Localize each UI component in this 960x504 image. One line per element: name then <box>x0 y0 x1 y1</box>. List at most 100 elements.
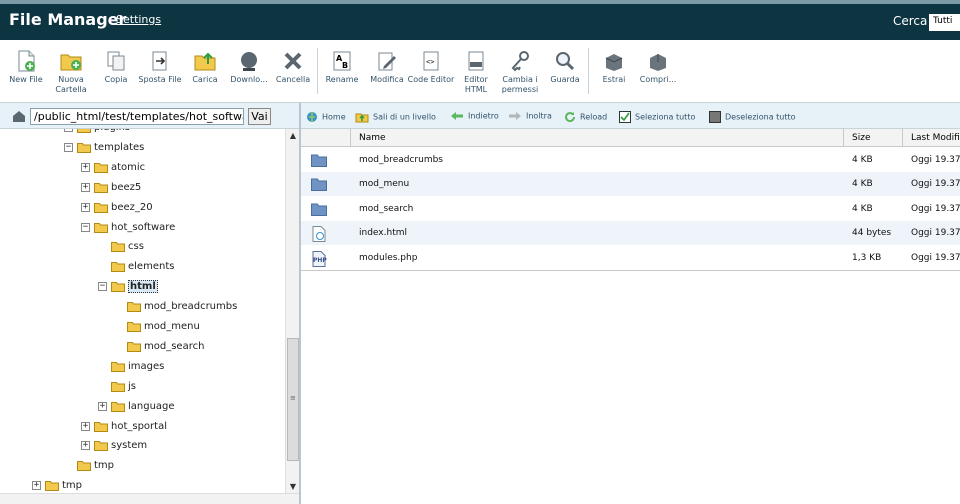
nav-home-button[interactable]: Home <box>306 111 346 123</box>
permissions-button[interactable]: Cambia i permessi <box>496 50 544 95</box>
svg-text:<>: <> <box>426 58 434 66</box>
go-button[interactable]: Vai <box>248 108 271 125</box>
tree-item[interactable]: + beez_20 <box>81 202 153 218</box>
tree-item[interactable]: mod_search <box>114 341 204 357</box>
column-size-header[interactable]: Size <box>852 133 870 143</box>
nav-reload-button[interactable]: Reload <box>564 111 607 123</box>
collapse-icon[interactable]: − <box>98 282 107 292</box>
expand-icon[interactable]: + <box>81 441 90 451</box>
rename-button[interactable]: AB Rename <box>318 50 366 85</box>
settings-link[interactable]: Settings <box>116 13 161 26</box>
move-button[interactable]: Sposta File <box>136 50 184 85</box>
tree-item-label: images <box>128 360 165 372</box>
nav-up-button[interactable]: Sali di un livello <box>355 111 436 123</box>
new-file-button[interactable]: New File <box>2 50 50 85</box>
scroll-down-arrow-icon[interactable]: ▼ <box>286 480 300 493</box>
tree-scrollbar[interactable]: ▲ ≡ ▼ <box>285 129 299 493</box>
folder-icon <box>111 242 125 253</box>
tree-item[interactable]: js <box>98 381 136 397</box>
folder-icon <box>311 154 327 167</box>
scroll-thumb[interactable]: ≡ <box>287 338 299 461</box>
copy-label: Copia <box>104 75 128 84</box>
collapse-icon[interactable]: − <box>81 222 90 232</box>
html-editor-button[interactable]: Editor HTML <box>452 50 500 95</box>
compress-button[interactable]: Compri... <box>634 50 682 85</box>
scroll-up-arrow-icon[interactable]: ▲ <box>286 129 300 142</box>
download-button[interactable]: Downlo... <box>225 50 273 85</box>
file-row[interactable]: mod_menu 4 KB Oggi 19.37 <box>301 172 960 197</box>
edit-icon <box>378 52 396 71</box>
expand-icon[interactable]: + <box>81 182 90 192</box>
edit-button[interactable]: Modifica <box>363 50 411 85</box>
delete-icon <box>284 52 302 70</box>
tree-item[interactable]: + language <box>98 401 175 417</box>
folder-icon <box>127 322 141 332</box>
forward-arrow-icon <box>509 112 521 120</box>
extract-button[interactable]: Estrai <box>590 50 638 85</box>
expand-icon[interactable]: + <box>81 421 90 431</box>
tree-item[interactable]: + atomic <box>81 162 145 178</box>
new-folder-button[interactable]: Nuova Cartella <box>47 50 95 95</box>
file-row[interactable]: index.html 44 bytes Oggi 19.37 <box>301 221 960 246</box>
column-name-header[interactable]: Name <box>359 133 386 143</box>
tree-item-label: system <box>111 440 148 452</box>
tree-item-label: js <box>128 380 136 392</box>
tree-item[interactable]: + plugins <box>64 129 130 138</box>
folder-open-icon <box>77 142 91 153</box>
expand-icon[interactable]: + <box>32 481 41 491</box>
compress-label: Compri... <box>639 75 677 84</box>
column-divider <box>350 129 351 147</box>
tree-item[interactable]: + beez5 <box>81 182 141 198</box>
tree-item[interactable]: mod_breadcrumbs <box>114 301 237 317</box>
extract-label: Estrai <box>602 75 626 84</box>
nav-deselect-all-button[interactable]: Deseleziona tutto <box>709 111 796 123</box>
tree-item[interactable]: + hot_sportal <box>81 421 167 437</box>
collapse-icon[interactable]: − <box>64 142 73 152</box>
new-folder-label: Nuova Cartella <box>55 75 87 94</box>
tree-item[interactable]: tmp <box>64 460 114 476</box>
file-row[interactable]: mod_search 4 KB Oggi 19.37 <box>301 197 960 221</box>
svg-text:PHP: PHP <box>313 257 327 264</box>
expand-icon[interactable]: + <box>64 129 73 132</box>
rename-label: Rename <box>325 75 359 84</box>
download-icon <box>241 52 257 71</box>
tree-item[interactable]: images <box>98 361 164 377</box>
tree-item[interactable]: + system <box>81 440 147 456</box>
nav-select-all-button[interactable]: Seleziona tutto <box>619 111 695 123</box>
column-modified-header[interactable]: Last Modifi <box>911 133 960 143</box>
tree-item[interactable]: − templates <box>64 142 144 158</box>
file-row[interactable]: mod_breadcrumbs 4 KB Oggi 19.37 <box>301 148 960 172</box>
new-file-icon <box>18 50 35 72</box>
tree-item-label: templates <box>94 141 145 153</box>
code-editor-button[interactable]: <> Code Editor <box>407 50 455 85</box>
view-button[interactable]: Guarda <box>541 50 589 85</box>
copy-button[interactable]: Copia <box>92 50 140 85</box>
tree-item-label: atomic <box>111 161 146 173</box>
view-label: Guarda <box>550 75 580 84</box>
tree-item-label: plugins <box>94 129 130 133</box>
upload-button[interactable]: Carica <box>181 50 229 85</box>
nav-back-button[interactable]: Indietro <box>450 111 499 121</box>
expand-icon[interactable]: + <box>81 202 90 212</box>
expand-icon[interactable]: + <box>98 401 107 411</box>
nav-forward-button[interactable]: Inoltra <box>508 111 552 121</box>
permissions-icon <box>511 51 529 72</box>
tree-item-label: hot_software <box>111 221 176 233</box>
path-input[interactable]: /public_html/test/templates/hot_software… <box>30 108 244 125</box>
upload-icon <box>194 52 216 71</box>
code-editor-icon: <> <box>423 51 439 71</box>
move-label: Sposta File <box>138 75 182 84</box>
html-editor-label: Editor HTML <box>464 75 488 94</box>
tree-item[interactable]: mod_menu <box>114 321 200 337</box>
tree-item[interactable]: − hot_software <box>81 222 175 238</box>
search-scope-select[interactable]: Tutti <box>929 14 960 31</box>
file-row[interactable]: PHP modules.php 1,3 KB Oggi 19.37 <box>301 246 960 270</box>
expand-icon[interactable]: + <box>81 162 90 172</box>
tree-item[interactable]: css <box>98 241 144 257</box>
view-icon <box>556 52 575 71</box>
tree-item[interactable]: − html <box>98 280 158 297</box>
tree-item[interactable]: elements <box>98 261 174 277</box>
folder-icon <box>111 381 125 392</box>
delete-button[interactable]: Cancella <box>269 50 317 85</box>
file-list-header: Name Size Last Modifi <box>301 129 960 147</box>
